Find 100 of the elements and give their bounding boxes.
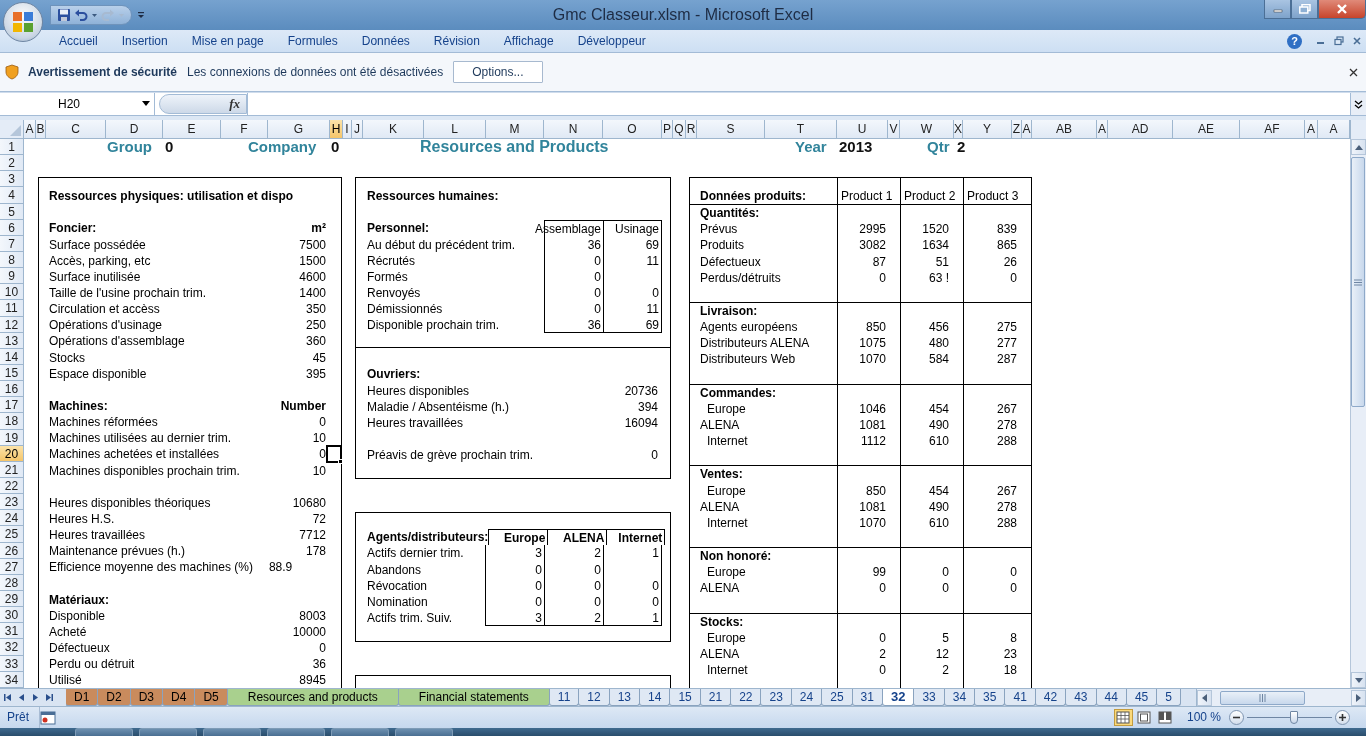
sheet-tab[interactable]: 5: [1156, 689, 1181, 706]
cell-value: 4600: [299, 268, 326, 285]
cell-value: 10000: [292, 623, 326, 641]
cell-value: 11: [646, 301, 659, 318]
section-heading: Stocks:: [700, 614, 744, 629]
column-header[interactable]: M: [486, 120, 544, 139]
sheet-tab[interactable]: 12: [578, 689, 610, 706]
sheet-tab[interactable]: 44: [1095, 689, 1127, 706]
insert-function-button[interactable]: fx: [159, 94, 247, 114]
column-header[interactable]: O: [603, 120, 662, 139]
ribbon-tab[interactable]: Accueil: [47, 30, 110, 52]
sheet-tab[interactable]: D3: [129, 689, 164, 706]
sheet-tab[interactable]: 42: [1034, 689, 1067, 706]
column-header[interactable]: Q: [673, 120, 686, 139]
ribbon-tab[interactable]: Insertion: [109, 30, 180, 52]
name-box[interactable]: H20: [0, 93, 155, 115]
sheet-tab[interactable]: 24: [790, 689, 823, 706]
sheet-tab[interactable]: 15: [669, 689, 701, 706]
window-title: Gmc Classeur.xlsm - Microsoft Excel: [551, 5, 815, 25]
sheet-tab[interactable]: D2: [97, 689, 131, 706]
column-header[interactable]: H: [330, 120, 343, 139]
sheet-tab[interactable]: 31: [851, 689, 883, 706]
column-header[interactable]: F: [221, 120, 268, 139]
sheet-tab[interactable]: 25: [821, 689, 853, 706]
column-header[interactable]: A: [1318, 120, 1350, 139]
sheet-tab[interactable]: D4: [162, 689, 196, 706]
ribbon-tab[interactable]: Révision: [421, 30, 492, 52]
help-button[interactable]: ?: [1287, 33, 1302, 49]
column-header[interactable]: G: [268, 120, 330, 139]
cell-value: 69: [645, 236, 659, 253]
column-header[interactable]: A: [24, 120, 36, 139]
field-label: Qtr: [927, 139, 951, 156]
column-header[interactable]: S: [697, 120, 765, 139]
sheet-tab[interactable]: Resources and products: [226, 689, 399, 706]
row-header[interactable]: 4: [0, 187, 24, 204]
ribbon-tab[interactable]: Mise en page: [179, 30, 276, 52]
row-header[interactable]: 17: [0, 397, 24, 414]
column-header[interactable]: AF: [1240, 120, 1305, 139]
row-header[interactable]: 10: [0, 284, 24, 301]
row-header[interactable]: 32: [0, 639, 24, 656]
sheet-tab[interactable]: 45: [1125, 689, 1158, 706]
sheet-tab[interactable]: D1: [66, 689, 99, 706]
sheet-tab[interactable]: 21: [699, 689, 732, 706]
row-label: Heures H.S.: [49, 510, 115, 528]
column-header[interactable]: N: [544, 120, 603, 139]
cell-value: 2: [594, 609, 601, 626]
cell-value: 0: [1010, 270, 1017, 285]
row-header[interactable]: 9: [0, 268, 24, 285]
column-header[interactable]: AD: [1108, 120, 1173, 139]
cell-value: 394: [637, 398, 659, 415]
row-header[interactable]: 25: [0, 526, 24, 543]
cell-value: 0: [594, 577, 601, 594]
column-header[interactable]: W: [900, 120, 954, 139]
column-header[interactable]: AE: [1173, 120, 1240, 139]
column-header[interactable]: C: [46, 120, 106, 139]
ribbon-tab[interactable]: Données: [349, 30, 422, 52]
column-header[interactable]: D: [106, 120, 163, 139]
cell-value: 1081: [859, 499, 886, 514]
ribbon-tab[interactable]: Développeur: [565, 30, 658, 52]
section-heading: Ouvriers:: [367, 366, 422, 383]
row-header[interactable]: 18: [0, 413, 24, 430]
column-header[interactable]: V: [888, 120, 900, 139]
row-header[interactable]: 31: [0, 623, 24, 640]
column-header[interactable]: K: [363, 120, 424, 139]
sheet-tab[interactable]: Financial statements: [397, 689, 550, 706]
sheet-tab[interactable]: 13: [608, 689, 641, 706]
cell-value: 36: [587, 317, 601, 333]
section-heading: Foncier:: [49, 220, 97, 237]
cell-value: 277: [996, 336, 1017, 351]
column-header[interactable]: E: [163, 120, 221, 139]
row-header[interactable]: 30: [0, 607, 24, 624]
ribbon-tab[interactable]: Affichage: [491, 30, 566, 52]
sheet-tab[interactable]: 23: [760, 689, 792, 706]
column-header[interactable]: Y: [963, 120, 1012, 139]
column-header[interactable]: A: [1305, 120, 1318, 139]
row-header[interactable]: 1: [0, 139, 24, 156]
row-header[interactable]: 11: [0, 300, 24, 317]
column-header[interactable]: L: [424, 120, 486, 139]
cell-value: 288: [996, 515, 1017, 530]
sheet-tab[interactable]: 43: [1065, 689, 1097, 706]
column-header[interactable]: AB: [1032, 120, 1097, 139]
sheet-tab[interactable]: 33: [913, 689, 945, 706]
ribbon-tab[interactable]: Formules: [275, 30, 350, 52]
row-header[interactable]: 24: [0, 510, 24, 527]
row-label: Machines achetées et installées: [49, 446, 220, 463]
sheet-tab[interactable]: 34: [943, 689, 976, 706]
sheet-tab[interactable]: 14: [639, 689, 671, 706]
row-header[interactable]: 3: [0, 171, 24, 188]
sheet-tab[interactable]: 41: [1004, 689, 1036, 706]
sheet-tab[interactable]: 22: [730, 689, 762, 706]
options-button[interactable]: Options...: [453, 60, 543, 84]
column-header[interactable]: U: [837, 120, 888, 139]
sheet-tab[interactable]: D5: [194, 689, 228, 706]
cell-value: 0: [879, 630, 886, 645]
column-header[interactable]: T: [765, 120, 837, 139]
row-header[interactable]: 23: [0, 494, 24, 511]
row-label: Machines disponibles prochain trim.: [49, 462, 240, 479]
sheet-tab[interactable]: 35: [974, 689, 1006, 706]
row-header[interactable]: 16: [0, 381, 24, 398]
row-header[interactable]: 2: [0, 155, 24, 172]
